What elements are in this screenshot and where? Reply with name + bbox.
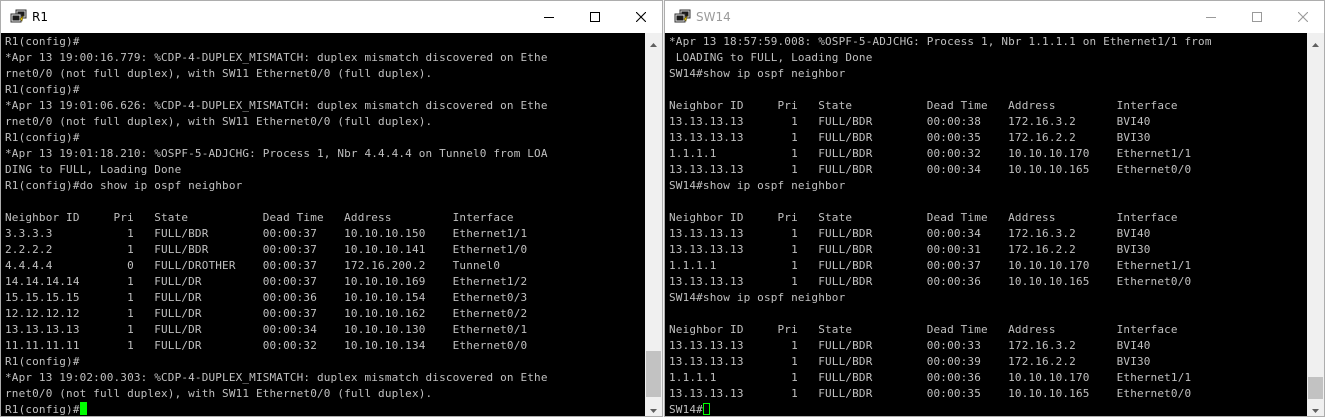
terminal-line: R1(config)# (5, 83, 80, 96)
terminal-line: rnet0/0 (not full duplex), with SW11 Eth… (5, 115, 433, 128)
terminal-cursor (79, 402, 87, 415)
vertical-scrollbar[interactable] (645, 33, 662, 416)
scrollbar-thumb[interactable] (646, 351, 661, 397)
terminal-line: rnet0/0 (not full duplex), with SW11 Eth… (5, 67, 433, 80)
terminal-cursor (702, 403, 710, 415)
close-icon (1298, 12, 1308, 22)
terminal-line: 4.4.4.4 0 FULL/DROTHER 00:00:37 172.16.2… (5, 259, 501, 272)
scroll-down-button[interactable] (645, 399, 662, 416)
terminal-line: SW14#show ip ospf neighbor (669, 67, 846, 80)
terminal-line: 15.15.15.15 1 FULL/DR 00:00:36 10.10.10.… (5, 291, 528, 304)
terminal-line: R1(config)#do show ip ospf neighbor (5, 179, 243, 192)
terminal-line: Neighbor ID Pri State Dead Time Address … (669, 211, 1178, 224)
terminal-line: 13.13.13.13 1 FULL/BDR 00:00:34 10.10.10… (669, 163, 1192, 176)
terminal-line: R1(config)# (5, 35, 80, 48)
terminal-line: 13.13.13.13 1 FULL/BDR 00:00:31 172.16.2… (669, 243, 1151, 256)
putty-window-r1[interactable]: R1 R1(config)# *Apr 13 19:00:16.779: %CDP… (0, 0, 663, 417)
terminal-line: *Apr 13 19:02:00.303: %CDP-4-DUPLEX_MISM… (5, 371, 548, 384)
terminal-line: R1(config)# (5, 131, 80, 144)
terminal-line: Neighbor ID Pri State Dead Time Address … (5, 211, 514, 224)
terminal-line: 3.3.3.3 1 FULL/BDR 00:00:37 10.10.10.150… (5, 227, 528, 240)
title-bar[interactable]: SW14 (665, 1, 1324, 33)
maximize-button[interactable] (572, 1, 618, 33)
terminal-line: *Apr 13 19:01:06.626: %CDP-4-DUPLEX_MISM… (5, 99, 548, 112)
maximize-icon (1252, 12, 1262, 22)
minimize-button[interactable] (1188, 1, 1234, 33)
terminal-line: 1.1.1.1 1 FULL/BDR 00:00:32 10.10.10.170… (669, 147, 1192, 160)
putty-terminal-icon[interactable] (674, 9, 691, 24)
close-button[interactable] (1280, 1, 1324, 33)
terminal-output[interactable]: *Apr 13 18:57:59.008: %OSPF-5-ADJCHG: Pr… (665, 33, 1307, 416)
scroll-up-button[interactable] (1307, 33, 1324, 50)
terminal-line: Neighbor ID Pri State Dead Time Address … (669, 323, 1178, 336)
terminal-line: 1.1.1.1 1 FULL/BDR 00:00:37 10.10.10.170… (669, 259, 1192, 272)
terminal-line: 13.13.13.13 1 FULL/BDR 00:00:33 172.16.3… (669, 339, 1151, 352)
close-button[interactable] (618, 1, 662, 33)
terminal-line: R1(config)# (5, 402, 645, 416)
terminal-line: SW14# (669, 402, 1307, 416)
terminal-line: 13.13.13.13 1 FULL/BDR 00:00:39 172.16.2… (669, 355, 1151, 368)
close-icon (636, 12, 646, 22)
minimize-icon (1206, 12, 1216, 22)
terminal-line: *Apr 13 19:00:16.779: %CDP-4-DUPLEX_MISM… (5, 51, 548, 64)
terminal-line: SW14#show ip ospf neighbor (669, 179, 846, 192)
terminal-line: 13.13.13.13 1 FULL/BDR 00:00:38 172.16.3… (669, 115, 1151, 128)
maximize-icon (590, 12, 600, 22)
terminal-line: DING to FULL, Loading Done (5, 163, 182, 176)
terminal-output[interactable]: R1(config)# *Apr 13 19:00:16.779: %CDP-4-… (1, 33, 645, 416)
maximize-button[interactable] (1234, 1, 1280, 33)
terminal-line: rnet0/0 (not full duplex), with SW11 Eth… (5, 387, 433, 400)
vertical-scrollbar[interactable] (1307, 33, 1324, 416)
terminal-line: Neighbor ID Pri State Dead Time Address … (669, 99, 1178, 112)
terminal-line: LOADING to FULL, Loading Done (669, 51, 873, 64)
terminal-line: R1(config)# (5, 355, 80, 368)
arrow-up-icon (650, 32, 657, 51)
terminal-line: 11.11.11.11 1 FULL/DR 00:00:32 10.10.10.… (5, 339, 528, 352)
terminal-line: 13.13.13.13 1 FULL/BDR 00:00:35 10.10.10… (669, 387, 1192, 400)
terminal-line: 2.2.2.2 1 FULL/BDR 00:00:37 10.10.10.141… (5, 243, 528, 256)
scroll-up-button[interactable] (645, 33, 662, 50)
terminal-line: SW14#show ip ospf neighbor (669, 291, 846, 304)
window-title: R1 (32, 10, 48, 24)
terminal-line: 14.14.14.14 1 FULL/DR 00:00:37 10.10.10.… (5, 275, 528, 288)
title-bar[interactable]: R1 (1, 1, 662, 33)
scroll-down-button[interactable] (1307, 399, 1324, 416)
terminal-line: *Apr 13 19:01:18.210: %OSPF-5-ADJCHG: Pr… (5, 147, 548, 160)
terminal-line: 12.12.12.12 1 FULL/DR 00:00:37 10.10.10.… (5, 307, 528, 320)
minimize-button[interactable] (526, 1, 572, 33)
scrollbar-thumb[interactable] (1308, 377, 1323, 399)
putty-window-sw14[interactable]: SW14 *Apr 13 18:57:59.008: %OSPF-5-ADJCH… (664, 0, 1325, 417)
terminal-line: 1.1.1.1 1 FULL/BDR 00:00:36 10.10.10.170… (669, 371, 1192, 384)
terminal-line: 13.13.13.13 1 FULL/BDR 00:00:36 10.10.10… (669, 275, 1192, 288)
terminal-line: *Apr 13 18:57:59.008: %OSPF-5-ADJCHG: Pr… (669, 35, 1212, 48)
arrow-down-icon (650, 398, 657, 416)
terminal-line: 13.13.13.13 1 FULL/BDR 00:00:34 172.16.3… (669, 227, 1151, 240)
arrow-down-icon (1312, 398, 1319, 416)
putty-terminal-icon[interactable] (10, 9, 27, 24)
window-title: SW14 (696, 10, 731, 24)
arrow-up-icon (1312, 32, 1319, 51)
terminal-line: 13.13.13.13 1 FULL/DR 00:00:34 10.10.10.… (5, 323, 528, 336)
terminal-line: 13.13.13.13 1 FULL/BDR 00:00:35 172.16.2… (669, 131, 1151, 144)
minimize-icon (544, 12, 554, 22)
